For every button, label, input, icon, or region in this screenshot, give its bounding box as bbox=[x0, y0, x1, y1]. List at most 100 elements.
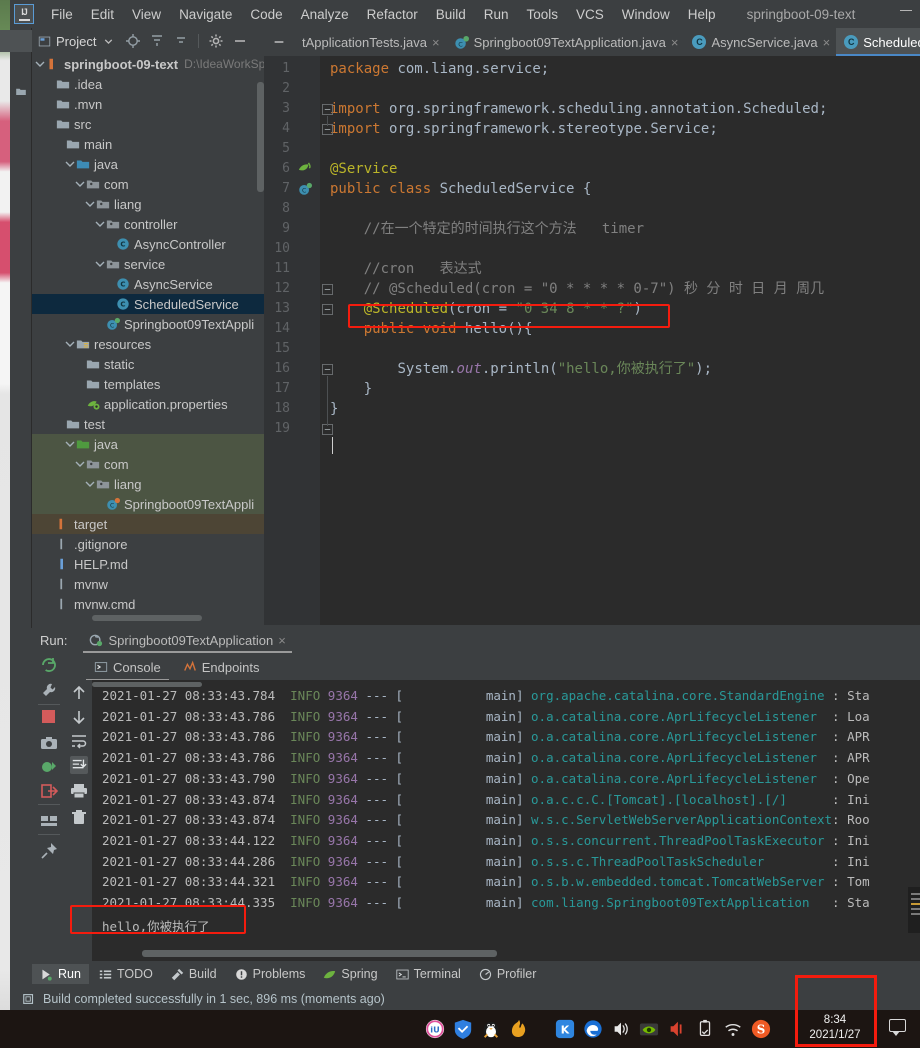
run-subtab-console[interactable]: Console bbox=[86, 658, 169, 681]
tree-item[interactable]: liang bbox=[32, 194, 264, 214]
tree-item[interactable]: com bbox=[32, 174, 264, 194]
chevron-down-icon[interactable] bbox=[94, 218, 106, 230]
menu-item-vcs[interactable]: VCS bbox=[567, 4, 613, 25]
scroll-up-icon[interactable] bbox=[70, 684, 88, 702]
scroll-down-icon[interactable] bbox=[70, 708, 88, 726]
tree-item[interactable]: java bbox=[32, 154, 264, 174]
editor-tab[interactable]: tApplicationTests.java × bbox=[294, 28, 446, 56]
huorong-icon[interactable] bbox=[509, 1019, 529, 1039]
edge-icon[interactable] bbox=[583, 1019, 603, 1039]
close-icon[interactable]: × bbox=[432, 35, 440, 50]
tree-item[interactable]: .idea bbox=[32, 74, 264, 94]
tree-item[interactable]: .gitignore bbox=[32, 534, 264, 554]
menu-item-help[interactable]: Help bbox=[679, 4, 725, 25]
kingsoft-icon[interactable]: K bbox=[555, 1019, 575, 1039]
menu-item-view[interactable]: View bbox=[123, 4, 170, 25]
bottom-bar-item-terminal[interactable]: Terminal bbox=[388, 964, 469, 984]
editor-gutter[interactable]: 1 2 3 4 5 6 7 8 9 10 11 12 13 14 15 16 17 18 19 C bbox=[264, 56, 320, 625]
editor-tab[interactable]: C ScheduledServi bbox=[836, 28, 920, 56]
bottom-bar-item-profiler[interactable]: Profiler bbox=[471, 964, 545, 984]
wifi-icon[interactable] bbox=[723, 1019, 743, 1039]
chevron-down-icon[interactable] bbox=[102, 35, 115, 48]
qq-penguin-icon[interactable] bbox=[481, 1019, 501, 1039]
camera-icon[interactable] bbox=[40, 734, 58, 752]
menu-item-code[interactable]: Code bbox=[241, 4, 291, 25]
chevron-down-icon[interactable] bbox=[64, 338, 76, 350]
run-configuration-tab[interactable]: Springboot09TextApplication × bbox=[83, 631, 293, 653]
tree-item[interactable]: mvnw bbox=[32, 574, 264, 594]
locate-icon[interactable] bbox=[125, 33, 141, 49]
editor-code-area[interactable]: package com.liang.service; import org.spr… bbox=[320, 56, 920, 625]
bottom-bar-item-build[interactable]: Build bbox=[163, 964, 225, 984]
chevron-down-icon[interactable] bbox=[64, 158, 76, 170]
menu-item-edit[interactable]: Edit bbox=[82, 4, 123, 25]
trash-icon[interactable] bbox=[70, 808, 88, 826]
tree-item[interactable]: .mvn bbox=[32, 94, 264, 114]
run-class-icon[interactable]: C bbox=[298, 182, 312, 196]
taskbar-clock[interactable]: 8:34 2021/1/27 bbox=[797, 1013, 873, 1043]
sogou-input-icon[interactable]: S bbox=[751, 1019, 771, 1039]
chevron-down-icon[interactable] bbox=[84, 478, 96, 490]
tree-item[interactable]: C Springboot09TextAppli bbox=[32, 314, 264, 334]
fold-handle-icon[interactable] bbox=[322, 284, 333, 295]
pin-icon[interactable] bbox=[40, 842, 58, 860]
tree-item[interactable]: C AsyncController bbox=[32, 234, 264, 254]
console-horizontal-scrollbar[interactable] bbox=[142, 950, 497, 957]
tree-item[interactable]: com bbox=[32, 454, 264, 474]
bottom-bar-item-run[interactable]: Run bbox=[32, 964, 89, 984]
tree-item[interactable]: templates bbox=[32, 374, 264, 394]
tree-item[interactable]: application.properties bbox=[32, 394, 264, 414]
bottom-bar-item-problems[interactable]: Problems bbox=[227, 964, 314, 984]
collapse-all-icon[interactable] bbox=[173, 33, 189, 49]
scroll-to-end-icon[interactable] bbox=[70, 756, 88, 774]
tree-item[interactable]: liang bbox=[32, 474, 264, 494]
chevron-down-icon[interactable] bbox=[74, 178, 86, 190]
fold-handle-icon[interactable] bbox=[322, 104, 333, 115]
nvidia-icon[interactable] bbox=[639, 1019, 659, 1039]
fold-handle-icon[interactable] bbox=[322, 364, 333, 375]
close-icon[interactable]: × bbox=[823, 35, 831, 50]
chevron-down-icon[interactable] bbox=[64, 438, 76, 450]
close-icon[interactable]: × bbox=[278, 633, 286, 648]
chevron-down-icon[interactable] bbox=[94, 258, 106, 270]
thread-dump-icon[interactable] bbox=[40, 758, 58, 776]
menu-item-tools[interactable]: Tools bbox=[518, 4, 568, 25]
code-editor[interactable]: 1 2 3 4 5 6 7 8 9 10 11 12 13 14 15 16 17 18 19 C package c… bbox=[264, 56, 920, 625]
tree-item[interactable]: controller bbox=[32, 214, 264, 234]
tree-item[interactable]: service bbox=[32, 254, 264, 274]
project-tree[interactable]: springboot-09-text D:\IdeaWorkSpace2\ .ide… bbox=[32, 54, 264, 625]
settings-wrench-icon[interactable] bbox=[40, 682, 58, 700]
usb-icon[interactable] bbox=[695, 1019, 715, 1039]
tree-item[interactable]: target bbox=[32, 514, 264, 534]
speaker-red-icon[interactable] bbox=[667, 1019, 687, 1039]
menu-item-analyze[interactable]: Analyze bbox=[292, 4, 358, 25]
chevron-down-icon[interactable] bbox=[84, 198, 96, 210]
tree-item[interactable]: mvnw.cmd bbox=[32, 594, 264, 614]
minimize-button[interactable] bbox=[900, 10, 912, 11]
hide-window-icon[interactable] bbox=[232, 33, 248, 49]
tree-item[interactable]: test bbox=[32, 414, 264, 434]
tree-item[interactable]: C AsyncService bbox=[32, 274, 264, 294]
project-tree-horizontal-scrollbar[interactable] bbox=[92, 615, 202, 621]
tencent-shield-icon[interactable] bbox=[453, 1019, 473, 1039]
console-output[interactable]: 2021-01-27 08:33:43.784 INFO 9364 --- [ … bbox=[92, 680, 920, 961]
tree-item[interactable]: C ScheduledService bbox=[32, 294, 264, 314]
tree-item[interactable]: resources bbox=[32, 334, 264, 354]
tree-item[interactable]: main bbox=[32, 134, 264, 154]
chevron-down-icon[interactable] bbox=[74, 458, 86, 470]
editor-tab[interactable]: C AsyncService.java × bbox=[684, 28, 836, 56]
tree-item[interactable]: src bbox=[32, 114, 264, 134]
intellij-idea-icon[interactable]: iU bbox=[425, 1019, 445, 1039]
menu-item-navigate[interactable]: Navigate bbox=[170, 4, 241, 25]
tree-item[interactable]: static bbox=[32, 354, 264, 374]
notification-icon[interactable] bbox=[889, 1019, 906, 1036]
layout-icon[interactable] bbox=[40, 812, 58, 830]
tree-item[interactable]: springboot-09-text D:\IdeaWorkSpace2\ bbox=[32, 54, 264, 74]
run-subtab-endpoints[interactable]: Endpoints bbox=[179, 658, 264, 677]
exit-icon[interactable] bbox=[40, 782, 58, 800]
editor-tab[interactable]: C Springboot09TextApplication.java × bbox=[446, 28, 685, 56]
chevron-down-icon[interactable] bbox=[34, 58, 46, 70]
hide-editor-tabs-icon[interactable] bbox=[264, 35, 294, 49]
tree-item[interactable]: C Springboot09TextAppli bbox=[32, 494, 264, 514]
soft-wrap-icon[interactable] bbox=[70, 732, 88, 750]
